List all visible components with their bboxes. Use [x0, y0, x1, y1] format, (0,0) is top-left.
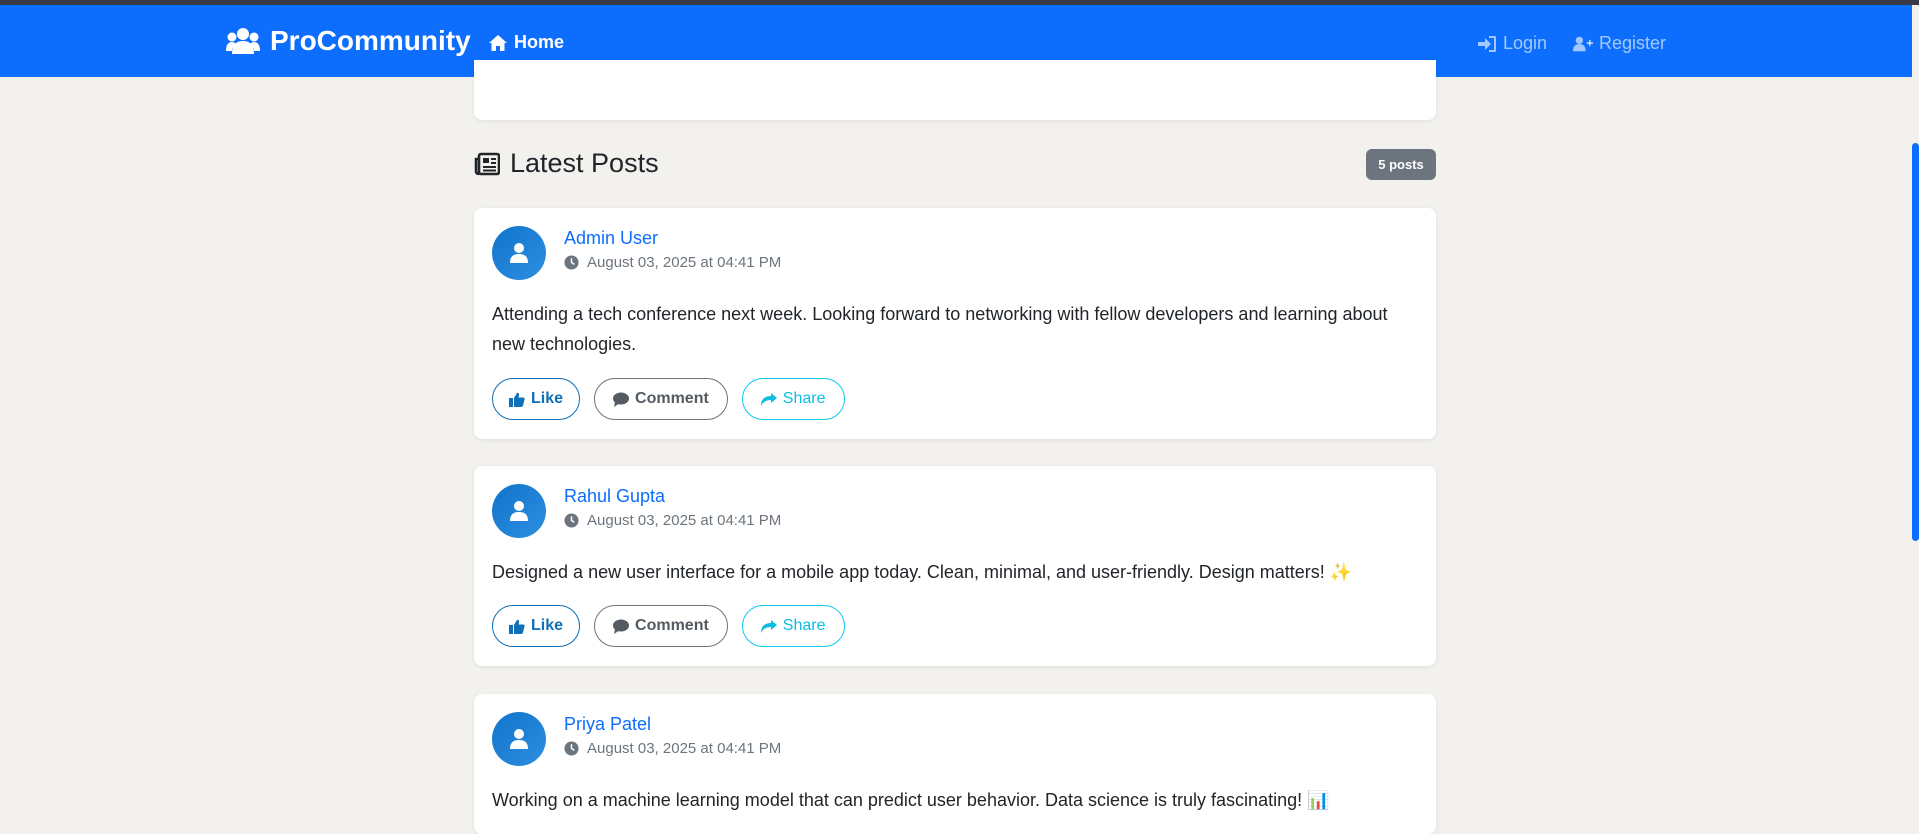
share-icon: [760, 392, 777, 406]
post-actions: Like Comment Share: [492, 378, 845, 420]
user-icon: [510, 501, 528, 521]
post-card: Rahul Gupta August 03, 2025 at 04:41 PM …: [474, 466, 1436, 666]
brand-name: ProCommunity: [270, 25, 471, 56]
nav-login-label: Login: [1503, 33, 1548, 53]
post-author-link[interactable]: Priya Patel: [564, 714, 651, 735]
post-count-badge: 5 posts: [1366, 149, 1436, 180]
comment-icon: [613, 619, 630, 634]
scrollbar-thumb[interactable]: [1912, 143, 1919, 541]
like-button[interactable]: Like: [492, 605, 581, 647]
post-text: Designed a new user interface for a mobi…: [492, 562, 1353, 582]
thumbs-up-icon: [509, 392, 525, 407]
like-label: Like: [531, 617, 564, 634]
newspaper-icon: [474, 152, 500, 175]
share-button[interactable]: Share: [741, 605, 845, 647]
clock-icon: [564, 255, 579, 270]
clock-icon: [564, 513, 579, 528]
nav-register-label: Register: [1599, 33, 1667, 53]
nav-login-link[interactable]: Login: [1477, 33, 1547, 54]
share-button[interactable]: Share: [741, 378, 845, 420]
post-author-link[interactable]: Admin User: [564, 228, 658, 249]
share-label: Share: [782, 617, 826, 634]
nav-register-link[interactable]: Register: [1573, 33, 1666, 54]
comment-label: Comment: [635, 617, 709, 634]
nav-home-link[interactable]: Home: [488, 32, 564, 53]
avatar: [492, 712, 546, 766]
post-timestamp-text: August 03, 2025 at 04:41 PM: [587, 254, 782, 271]
like-button[interactable]: Like: [492, 378, 581, 420]
post-timestamp: August 03, 2025 at 04:41 PM: [564, 740, 781, 757]
post-timestamp: August 03, 2025 at 04:41 PM: [564, 512, 781, 529]
nav-home-label: Home: [514, 32, 565, 52]
share-label: Share: [782, 390, 826, 407]
clock-icon: [564, 741, 579, 756]
post-actions: Like Comment Share: [492, 605, 845, 647]
post-author-link[interactable]: Rahul Gupta: [564, 486, 665, 507]
avatar: [492, 484, 546, 538]
post-card: Priya Patel August 03, 2025 at 04:41 PM …: [474, 694, 1436, 834]
sign-in-icon: [1478, 35, 1496, 52]
post-timestamp-text: August 03, 2025 at 04:41 PM: [587, 740, 782, 757]
post-card: Admin User August 03, 2025 at 04:41 PM A…: [474, 208, 1436, 439]
post-timestamp-text: August 03, 2025 at 04:41 PM: [587, 512, 782, 529]
create-post-card: [474, 60, 1436, 120]
user-plus-icon: [1573, 36, 1593, 51]
comment-label: Comment: [635, 390, 709, 407]
user-icon: [510, 729, 528, 749]
post-timestamp: August 03, 2025 at 04:41 PM: [564, 254, 781, 271]
user-icon: [510, 243, 528, 263]
avatar: [492, 226, 546, 280]
share-icon: [760, 619, 777, 633]
users-icon: [226, 28, 260, 54]
like-label: Like: [531, 390, 564, 407]
section-title: Latest Posts: [510, 148, 659, 178]
post-text: Attending a tech conference next week. L…: [492, 304, 1388, 354]
comment-button[interactable]: Comment: [594, 378, 728, 420]
comment-button[interactable]: Comment: [594, 605, 728, 647]
comment-icon: [613, 392, 630, 407]
thumbs-up-icon: [509, 619, 525, 634]
post-text: Working on a machine learning model that…: [492, 790, 1330, 810]
home-icon: [489, 34, 507, 51]
section-heading: Latest Posts: [474, 148, 659, 179]
brand-link[interactable]: ProCommunity: [226, 25, 471, 57]
